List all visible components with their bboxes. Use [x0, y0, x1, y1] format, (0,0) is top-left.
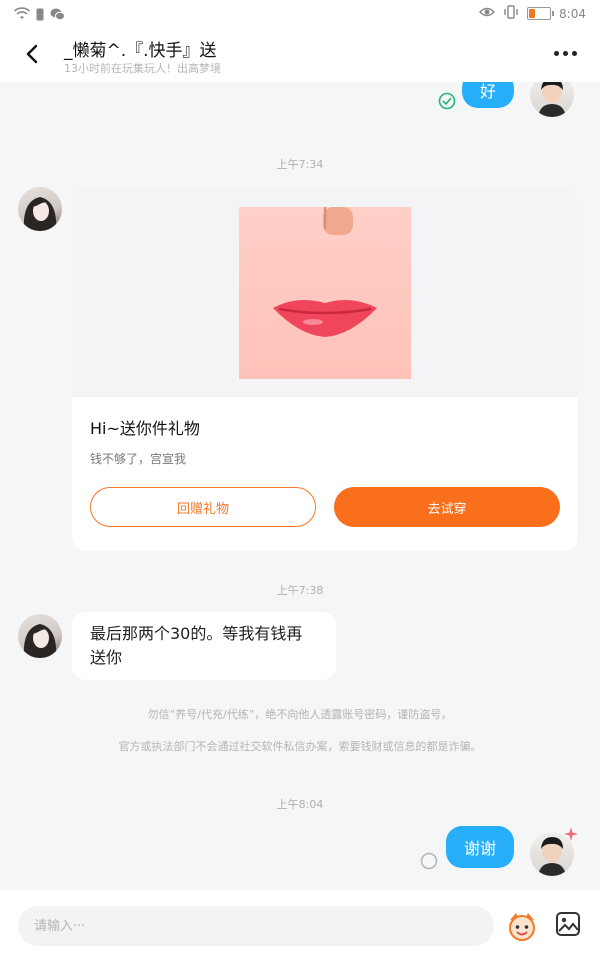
sim-icon — [36, 6, 44, 25]
timestamp: 上午8:04 — [276, 798, 324, 811]
back-arrow-icon — [26, 44, 38, 64]
chat-title: _懒菊^.『.快手』送 — [64, 41, 217, 61]
more-dot-icon — [562, 50, 568, 56]
emoji-button[interactable] — [506, 910, 538, 942]
contact-avatar[interactable] — [18, 614, 62, 658]
kuaishou-emoji-icon — [509, 913, 535, 941]
more-dot-icon — [571, 50, 577, 56]
more-dot-icon — [553, 50, 559, 56]
return-gift-label: 回赠礼物 — [176, 501, 229, 517]
chat-message-list[interactable]: 好 上午7:34 Hi~送你件礼物 钱不够了，宫宣我 回赠礼物 去试穿 上午7:… — [0, 82, 600, 890]
chat-subtitle: 13小时前在玩集玩人！出高梦境 — [64, 62, 221, 75]
sparkle-icon — [564, 826, 578, 845]
try-on-button[interactable]: 去试穿 — [334, 487, 560, 527]
my-avatar[interactable] — [530, 82, 574, 117]
gift-subtitle: 钱不够了，宫宣我 — [90, 452, 187, 466]
message-input-bar — [0, 890, 600, 960]
sending-status-icon — [420, 852, 438, 874]
message-text: 谢谢 — [463, 839, 496, 858]
message-input[interactable] — [18, 906, 494, 946]
timestamp: 上午7:34 — [276, 158, 324, 171]
timestamp: 上午7:38 — [276, 584, 324, 597]
message-bubble-mine[interactable]: 谢谢 — [446, 826, 514, 868]
read-check-icon — [438, 92, 456, 114]
avatar-girl-icon — [23, 624, 57, 658]
avatar-girl-icon — [23, 197, 57, 231]
gift-media-area — [72, 187, 578, 397]
gift-image — [239, 207, 411, 379]
wifi-icon — [13, 6, 31, 25]
vibrate-icon — [503, 5, 519, 22]
gift-card[interactable]: Hi~送你件礼物 钱不够了，宫宣我 回赠礼物 去试穿 — [72, 187, 578, 551]
status-time: 8:04 — [559, 6, 586, 21]
image-icon — [556, 912, 580, 936]
message-bubble-contact[interactable]: 最后那两个30的。等我有钱再送你 — [72, 612, 336, 680]
status-bar: 8:04 — [0, 0, 600, 28]
avatar-boy-icon — [538, 82, 566, 117]
try-on-label: 去试穿 — [427, 501, 467, 517]
back-button[interactable] — [20, 40, 46, 68]
image-button[interactable] — [554, 910, 582, 938]
chat-header: _懒菊^.『.快手』送 13小时前在玩集玩人！出高梦境 — [0, 28, 600, 82]
contact-avatar[interactable] — [18, 187, 62, 231]
battery-icon — [527, 7, 555, 20]
more-options-button[interactable] — [550, 43, 580, 63]
return-gift-button[interactable]: 回赠礼物 — [90, 487, 316, 527]
wechat-icon — [50, 6, 65, 25]
message-text: 好 — [479, 82, 496, 101]
message-bubble-mine[interactable]: 好 — [462, 82, 514, 108]
security-notice: 勿信“养号/代充/代练”，绝不向他人透露账号密码，谨防盗号。 — [147, 708, 453, 721]
security-notice: 官方或执法部门不会通过社交软件私信办案，索要钱财或信息的都是诈骗。 — [118, 740, 482, 753]
eye-icon — [479, 6, 496, 21]
message-text: 最后那两个30的。等我有钱再送你 — [90, 624, 303, 667]
gift-title: Hi~送你件礼物 — [90, 419, 200, 438]
